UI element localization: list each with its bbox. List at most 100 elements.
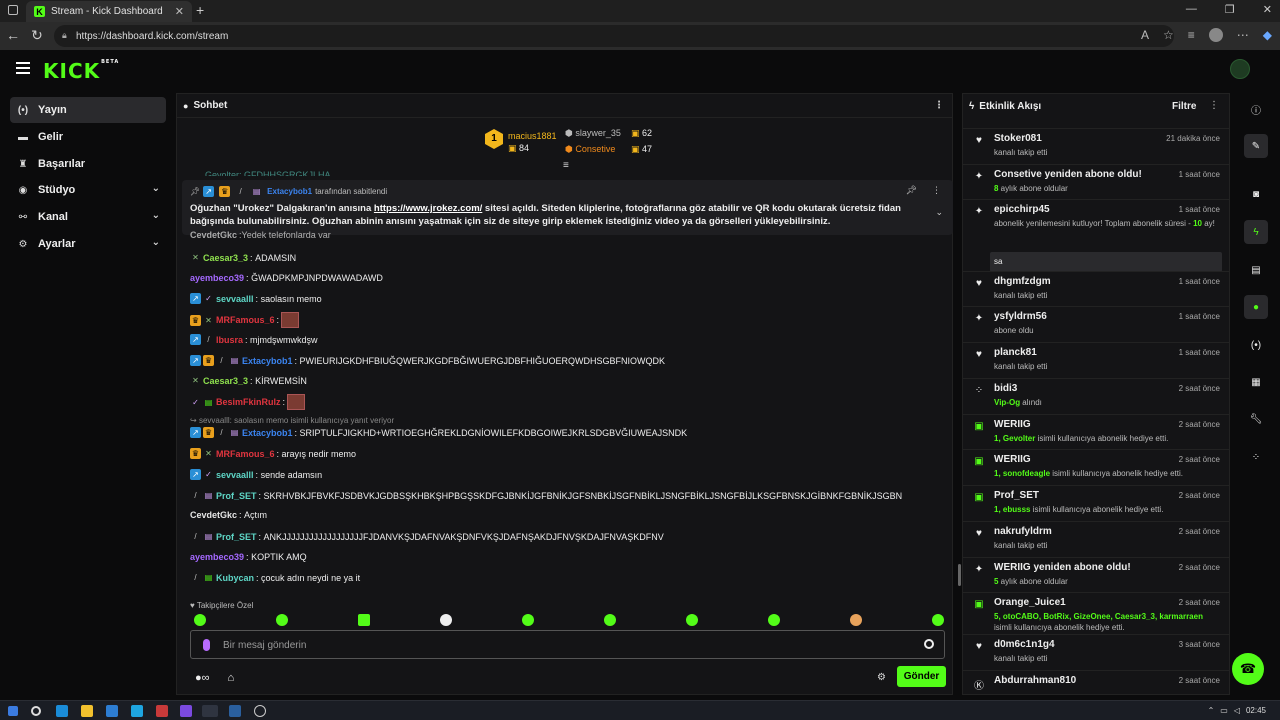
activity-event-name[interactable]: Orange_Juice1 xyxy=(994,597,1066,608)
maximize-icon[interactable]: ❐ xyxy=(1225,3,1235,16)
chat-message-input[interactable] xyxy=(223,638,863,653)
kick-logo[interactable]: KICKBETA xyxy=(43,59,119,83)
favorites-icon[interactable]: ≡ xyxy=(1188,28,1195,42)
chat-username[interactable]: Prof_SET xyxy=(216,491,257,501)
activity-event-name[interactable]: WERIIG xyxy=(994,419,1031,430)
chat-username[interactable]: Caesar3_3 xyxy=(203,253,248,263)
chat-username[interactable]: Extacybob1 xyxy=(242,428,293,438)
chat-username[interactable]: Extacybob1 xyxy=(242,356,293,366)
notes-icon[interactable]: ▤ xyxy=(1244,258,1268,282)
activity-event[interactable]: ▣ WERIIG 2 saat önce 1, sonofdeagle isimli … xyxy=(963,449,1229,485)
layout-icon[interactable]: ▦ xyxy=(1244,370,1268,394)
activity-options-icon[interactable]: ⋮ xyxy=(1209,100,1219,111)
explorer-icon[interactable] xyxy=(81,705,93,717)
store-icon[interactable]: ⌂ xyxy=(228,672,235,684)
emoji-icon[interactable] xyxy=(924,639,934,649)
close-tab-icon[interactable]: ✕ xyxy=(175,5,184,18)
store-icon[interactable] xyxy=(106,705,118,717)
pinned-options-icon[interactable]: ⋮ xyxy=(932,185,941,196)
chevron-down-icon[interactable]: ⌄ xyxy=(152,237,160,248)
activity-event-name[interactable]: WERIIG yeniden abone oldu! xyxy=(994,562,1131,573)
activity-event[interactable]: ✦ ysfyldrm56 1 saat önce abone oldu xyxy=(963,306,1229,342)
tools-icon[interactable]: 🔧︎ xyxy=(1244,407,1268,431)
activity-event-name[interactable]: Stoker081 xyxy=(994,133,1042,144)
emote-icon[interactable] xyxy=(768,614,780,626)
top-gifter-name[interactable]: macius1881 xyxy=(508,131,557,141)
info-icon[interactable]: ⓘ xyxy=(1244,97,1268,121)
chat-username[interactable]: Caesar3_3 xyxy=(203,376,248,386)
camera-icon[interactable]: ◙ xyxy=(1244,182,1268,206)
third-gifter[interactable]: ⬢ Consetive xyxy=(565,144,615,155)
kicks-icon[interactable]: ⁘ xyxy=(1244,445,1268,469)
second-gifter[interactable]: ⬢ slaywer_35 xyxy=(565,128,621,139)
activity-event-name[interactable]: dhgmfzdgm xyxy=(994,276,1051,287)
new-tab-icon[interactable]: + xyxy=(196,2,204,18)
tray-chevron-icon[interactable]: ⌃ xyxy=(1208,706,1215,715)
chevron-down-icon[interactable]: ⌄ xyxy=(152,183,160,194)
emote-icon[interactable] xyxy=(276,614,288,626)
browser-tab[interactable]: K Stream - Kick Dashboard ✕ xyxy=(26,1,192,22)
chat-username[interactable]: sevvaalll xyxy=(216,470,254,480)
active-app-icon[interactable] xyxy=(202,705,218,717)
more-menu-icon[interactable]: ⋯ xyxy=(1237,28,1249,42)
menu-icon[interactable] xyxy=(16,62,30,74)
close-window-icon[interactable]: ✕ xyxy=(1263,3,1272,16)
chat-username[interactable]: sevvaalll xyxy=(216,294,254,304)
chat-toggle-icon[interactable]: ● xyxy=(1244,295,1268,319)
activity-toggle-icon[interactable]: ϟ xyxy=(1244,220,1268,244)
app-icon[interactable] xyxy=(131,705,143,717)
collapse-icon[interactable]: ≡ xyxy=(563,160,569,171)
activity-event-name[interactable]: Prof_SET xyxy=(994,490,1039,501)
favorite-star-icon[interactable]: ☆ xyxy=(1163,28,1174,42)
chat-settings-icon[interactable]: ⚙ xyxy=(877,672,886,683)
kicks-icon[interactable]: ●∞ xyxy=(195,672,210,684)
copilot-icon[interactable]: ◆ xyxy=(1263,28,1272,42)
activity-event-name[interactable]: Consetive yeniden abone oldu! xyxy=(994,169,1142,180)
activity-event[interactable]: ▣ Orange_Juice1 2 saat önce 5, otoCABO, Bot… xyxy=(963,592,1229,634)
activity-event-name[interactable]: planck81 xyxy=(994,347,1037,358)
edge-icon[interactable] xyxy=(56,705,68,717)
activity-event[interactable]: ✦ epicchirp45 1 saat önce abonelik yenileme… xyxy=(963,199,1229,272)
activity-event[interactable]: ♥ Stoker081 21 dakika önce kanalı takip ett… xyxy=(963,128,1229,164)
chevron-down-icon[interactable]: ⌄ xyxy=(152,210,160,221)
activity-event-name[interactable]: d0m6c1n1g4 xyxy=(994,639,1055,650)
activity-event[interactable]: Ⓚ Abdurrahman810 2 saat önce xyxy=(963,670,1229,696)
emote-icon[interactable] xyxy=(932,614,944,626)
activity-event[interactable]: ⁘ bidi3 2 saat önce Vip-Og alındı xyxy=(963,378,1229,414)
chat-username[interactable]: ayembeco39 xyxy=(190,273,244,283)
site-info-icon[interactable]: 🔒︎ xyxy=(62,30,67,41)
activity-event-name[interactable]: ysfyldrm56 xyxy=(994,311,1047,322)
sidebar-item-studyo[interactable]: ◉ Stüdyo ⌄ xyxy=(10,177,166,203)
activity-event-name[interactable]: bidi3 xyxy=(994,383,1017,394)
sidebar-item-yayin[interactable]: (•) Yayın xyxy=(10,97,166,123)
url-field[interactable]: 🔒︎ https://dashboard.kick.com/stream xyxy=(54,25,1174,47)
chat-username[interactable]: CevdetGkc xyxy=(190,510,237,520)
chat-username[interactable]: Prof_SET xyxy=(216,532,257,542)
activity-event-name[interactable]: nakrufyldrm xyxy=(994,526,1052,537)
activity-event-name[interactable]: WERIIG xyxy=(994,454,1031,465)
app-icon[interactable] xyxy=(254,705,266,717)
chat-username[interactable]: BesimFkinRulz xyxy=(216,397,281,407)
emote-icon[interactable] xyxy=(358,614,370,626)
activity-event-name[interactable]: Abdurrahman810 xyxy=(994,675,1076,686)
chat-username[interactable]: lbusra xyxy=(216,335,243,345)
minimize-icon[interactable]: — xyxy=(1186,3,1197,16)
back-icon[interactable]: ← xyxy=(2,27,24,43)
tab-actions-icon[interactable] xyxy=(8,5,18,15)
emote-icon[interactable] xyxy=(522,614,534,626)
microphone-icon[interactable] xyxy=(203,639,210,651)
emote-icon[interactable] xyxy=(850,614,862,626)
emote-icon[interactable] xyxy=(604,614,616,626)
reload-icon[interactable]: ↻ xyxy=(26,27,48,44)
activity-event[interactable]: ▣ Prof_SET 2 saat önce 1, ebusss isimli kul… xyxy=(963,485,1229,521)
emote-icon[interactable] xyxy=(194,614,206,626)
sidebar-item-basarilar[interactable]: ♜ Başarılar xyxy=(10,151,166,177)
pinned-link[interactable]: https://www.jrokez.com/ xyxy=(374,203,482,214)
activity-event[interactable]: ▣ WERIIG 2 saat önce 1, Gevolter isimli kul… xyxy=(963,414,1229,450)
windows-start-icon[interactable] xyxy=(8,706,18,716)
chat-username[interactable]: CevdetGkc xyxy=(190,231,237,239)
reply-indicator[interactable]: ↪ sevvaalll: saolasın memo isimli kullan… xyxy=(190,416,394,425)
support-chat-icon[interactable]: ☎ xyxy=(1232,653,1264,685)
send-button[interactable]: Gönder xyxy=(897,666,946,687)
user-avatar[interactable] xyxy=(1230,59,1250,79)
